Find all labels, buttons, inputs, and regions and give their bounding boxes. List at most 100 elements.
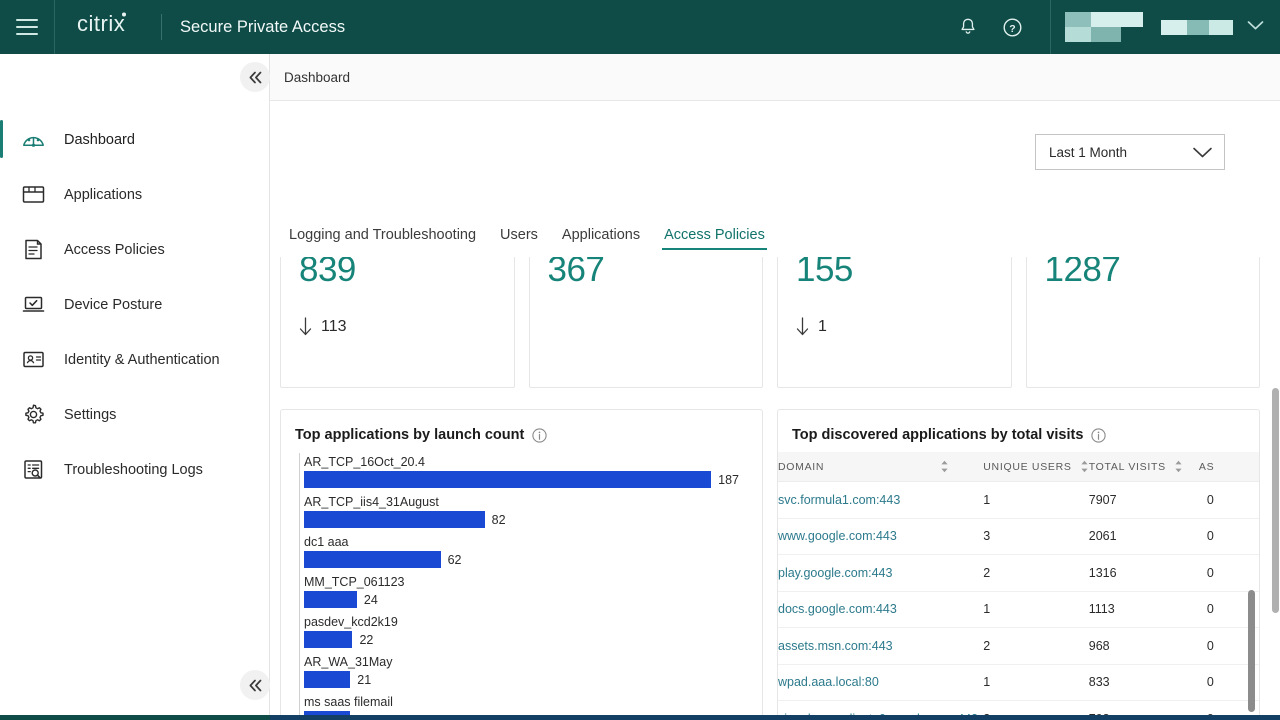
window-icon xyxy=(18,180,48,210)
date-range-select[interactable]: Last 1 Month xyxy=(1035,134,1225,170)
breadcrumb: Dashboard xyxy=(284,70,350,85)
document-list-icon xyxy=(18,235,48,265)
table-body: svc.formula1.com:443179070www.google.com… xyxy=(778,482,1259,720)
bottom-edge-strip-left xyxy=(0,715,270,720)
sidebar-collapse-bottom-button[interactable] xyxy=(240,670,270,700)
sidebar-item-access-policies[interactable]: Access Policies xyxy=(0,222,269,277)
domain-link[interactable]: www.google.com:443 xyxy=(778,529,897,543)
stat-card[interactable]: 155 1 xyxy=(777,243,1012,388)
tab-logging-and-troubleshooting[interactable]: Logging and Troubleshooting xyxy=(277,227,488,250)
bar-chart-row: AR_WA_31May21 xyxy=(300,653,739,693)
stat-card[interactable]: 839 113 xyxy=(280,243,515,388)
cell-domain: docs.google.com:443 xyxy=(778,591,983,628)
cell-total-visits: 968 xyxy=(1089,628,1199,665)
bar[interactable] xyxy=(304,591,357,608)
tab-applications[interactable]: Applications xyxy=(550,227,652,250)
sidebar-item-applications[interactable]: Applications xyxy=(0,167,269,222)
gauge-icon xyxy=(18,125,48,155)
cell-unique-users: 1 xyxy=(983,664,1088,701)
notifications-bell-icon[interactable] xyxy=(946,0,990,54)
chart-title-text: Top applications by launch count xyxy=(295,427,524,443)
laptop-check-icon xyxy=(18,290,48,320)
active-accent-bar xyxy=(0,120,3,158)
domain-link[interactable]: docs.google.com:443 xyxy=(778,602,897,616)
citrix-wordmark-icon: citrix xyxy=(77,11,143,37)
tab-access-policies[interactable]: Access Policies xyxy=(652,227,777,250)
hamburger-menu-icon[interactable] xyxy=(0,0,54,54)
bar-category-label: dc1 aaa xyxy=(304,533,739,551)
sidebar-item-dashboard[interactable]: Dashboard xyxy=(0,112,269,167)
bar[interactable] xyxy=(304,511,485,528)
column-header-as[interactable]: AS xyxy=(1199,452,1259,482)
bar-category-label: AR_TCP_16Oct_20.4 xyxy=(304,453,739,471)
cell-total-visits: 1113 xyxy=(1089,591,1199,628)
stat-value: 839 xyxy=(299,252,496,287)
sidebar-label-applications: Applications xyxy=(64,187,142,203)
app-root: citrix Secure Private Access ? xyxy=(0,0,1280,720)
stat-delta: 113 xyxy=(299,317,496,336)
cell-total-visits: 7907 xyxy=(1089,482,1199,519)
domain-link[interactable]: wpad.aaa.local:80 xyxy=(778,675,879,689)
stat-card[interactable]: 1287 xyxy=(1026,243,1261,388)
main-content-area: Dashboard Last 1 Month 839 113 xyxy=(270,54,1280,720)
help-circle-icon[interactable]: ? xyxy=(990,0,1034,54)
sidebar-item-troubleshooting-logs[interactable]: Troubleshooting Logs xyxy=(0,442,269,497)
cell-domain: www.google.com:443 xyxy=(778,518,983,555)
column-label-total-visits: TOTAL VISITS xyxy=(1089,461,1166,473)
bar-value-label: 22 xyxy=(359,633,373,647)
bar[interactable] xyxy=(304,551,441,568)
domain-link[interactable]: svc.formula1.com:443 xyxy=(778,493,900,507)
double-chevron-left-icon xyxy=(247,70,264,85)
product-title: Secure Private Access xyxy=(180,18,345,37)
bar-value-label: 82 xyxy=(492,513,506,527)
table-row: assets.msn.com:44329680 xyxy=(778,628,1259,665)
dashboard-panels: Top applications by launch count AR_TCP_… xyxy=(280,409,1260,720)
date-range-value: Last 1 Month xyxy=(1049,145,1127,160)
top-header-bar: citrix Secure Private Access ? xyxy=(0,0,1280,54)
bar-category-label: MM_TCP_061123 xyxy=(304,573,739,591)
sidebar-label-access-policies: Access Policies xyxy=(64,242,165,258)
header-divider xyxy=(54,0,55,54)
cell-as: 0 xyxy=(1199,555,1259,592)
bar[interactable] xyxy=(304,671,350,688)
bar-value-label: 24 xyxy=(364,593,378,607)
sidebar-item-settings[interactable]: Settings xyxy=(0,387,269,442)
stat-value: 1287 xyxy=(1045,252,1242,287)
column-label-domain: DOMAIN xyxy=(778,461,824,473)
bar[interactable] xyxy=(304,471,711,488)
sidebar-collapse-top-button[interactable] xyxy=(240,62,270,92)
cell-unique-users: 1 xyxy=(983,591,1088,628)
stat-card[interactable]: 367 xyxy=(529,243,764,388)
domain-link[interactable]: assets.msn.com:443 xyxy=(778,639,893,653)
bar[interactable] xyxy=(304,631,352,648)
arrow-down-icon xyxy=(299,317,312,336)
table-panel-title: Top discovered applications by total vis… xyxy=(778,410,1259,443)
bar-category-label: AR_WA_31May xyxy=(304,653,739,671)
cell-unique-users: 1 xyxy=(983,482,1088,519)
table-vertical-scrollbar[interactable] xyxy=(1248,590,1255,712)
sort-arrows-icon xyxy=(940,460,949,473)
account-chevron-down-icon[interactable] xyxy=(1247,18,1264,36)
domain-link[interactable]: play.google.com:443 xyxy=(778,566,892,580)
column-header-unique-users[interactable]: UNIQUE USERS xyxy=(983,452,1088,482)
top-discovered-applications-panel: Top discovered applications by total vis… xyxy=(777,409,1260,720)
bar-chart-row: pasdev_kcd2k1922 xyxy=(300,613,739,653)
bar-value-label: 62 xyxy=(448,553,462,567)
table-row: play.google.com:443213160 xyxy=(778,555,1259,592)
svg-text:?: ? xyxy=(1009,22,1015,34)
column-header-total-visits[interactable]: TOTAL VISITS xyxy=(1089,452,1199,482)
column-header-domain[interactable]: DOMAIN xyxy=(778,452,983,482)
cell-total-visits: 833 xyxy=(1089,664,1199,701)
chart-panel-title: Top applications by launch count xyxy=(281,410,762,443)
chevron-down-icon xyxy=(1192,146,1213,159)
page-scrollbar-thumb[interactable] xyxy=(1272,388,1279,613)
account-identity-redacted[interactable] xyxy=(1065,12,1247,42)
horizontal-bar-chart: AR_TCP_16Oct_20.4187AR_TCP_iis4_31August… xyxy=(299,453,739,720)
sidebar-item-identity-authentication[interactable]: Identity & Authentication xyxy=(0,332,269,387)
username-redacted-block xyxy=(1161,20,1233,35)
double-chevron-left-icon xyxy=(247,678,264,693)
sidebar-item-device-posture[interactable]: Device Posture xyxy=(0,277,269,332)
svg-text:citrix: citrix xyxy=(77,11,125,36)
tab-users[interactable]: Users xyxy=(488,227,550,250)
id-card-icon xyxy=(18,345,48,375)
